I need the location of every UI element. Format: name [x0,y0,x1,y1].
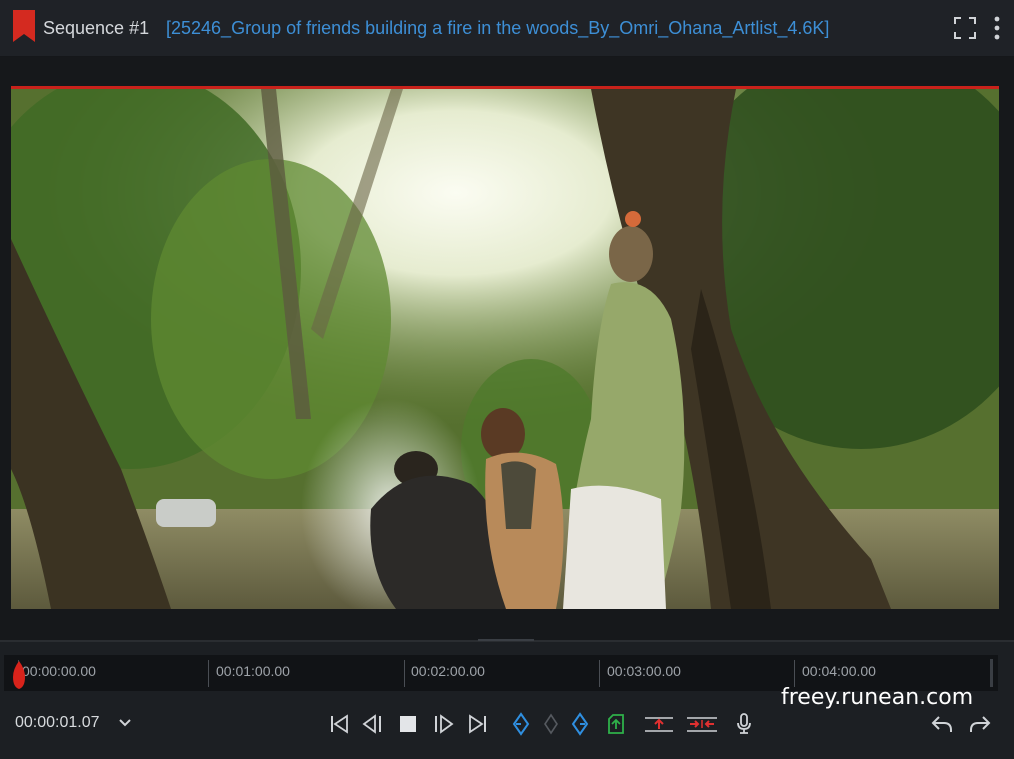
undo-icon [931,716,952,732]
clip-title: [25246_Group of friends building a fire … [166,18,830,38]
timeline-tick [404,660,405,687]
extract-button[interactable] [686,712,718,736]
watermark-text: freey.runean.com [781,685,974,710]
more-vertical-icon[interactable] [993,16,1001,40]
mark-in-button[interactable] [509,712,533,736]
lift-icon [645,717,673,732]
go-to-start-button[interactable] [327,712,351,736]
undo-button[interactable] [930,712,954,736]
insert-clip-icon [608,714,624,734]
stop-button[interactable] [396,712,420,736]
timeline-tick [208,660,209,687]
mark-in-icon [512,712,530,736]
resize-grip-icon[interactable] [476,636,536,644]
sequence-title: Sequence #1 [43,18,150,38]
timeline-tick-label: 00:01:00.00 [216,663,290,679]
skip-to-end-icon [469,714,486,734]
step-forward-icon [435,714,454,734]
step-back-icon [362,714,381,734]
step-forward-button[interactable] [431,712,455,736]
timeline-tick-label: 00:04:00.00 [802,663,876,679]
microphone-icon [737,713,751,734]
mark-out-button[interactable] [568,712,592,736]
timeline-tick-label: 00:03:00.00 [607,663,681,679]
stop-icon [400,716,416,732]
insert-button[interactable] [604,712,628,736]
current-timecode[interactable]: 00:00:01.07 [15,714,100,732]
bookmark-icon [13,10,35,42]
timeline-tick-label: 00:02:00.00 [411,663,485,679]
playhead-icon[interactable] [12,659,26,691]
timeline-tick [794,660,795,687]
mark-out-icon [571,712,589,736]
timeline-tick [599,660,600,687]
chevron-down-icon[interactable] [117,714,133,730]
lift-button[interactable] [644,712,674,736]
extract-icon [687,717,717,732]
voiceover-button[interactable] [732,712,756,736]
step-back-button[interactable] [361,712,385,736]
video-viewer [0,57,1014,640]
skip-to-start-icon [331,714,348,734]
redo-icon [970,716,991,732]
video-frame[interactable] [11,86,999,609]
timeline-tick-label: 00:00:00.00 [22,663,96,679]
viewer-title-bar: Sequence #1 [25246_Group of friends buil… [0,0,1014,57]
marker-button[interactable] [539,712,563,736]
marker-diamond-icon [544,713,558,735]
timeline-end-marker [990,659,993,687]
redo-button[interactable] [968,712,992,736]
video-frame-image [11,89,999,609]
fullscreen-icon[interactable] [954,17,976,39]
go-to-end-button[interactable] [466,712,490,736]
